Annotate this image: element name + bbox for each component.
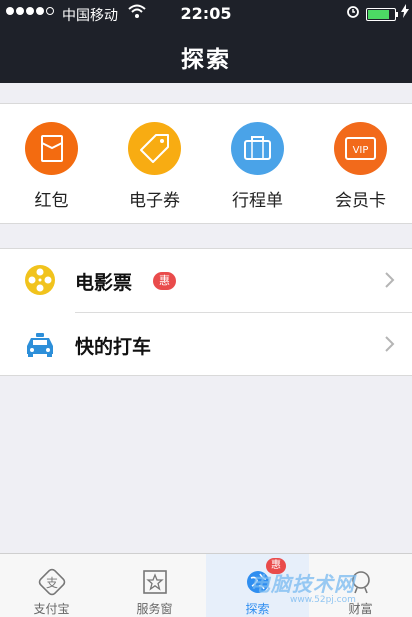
- top-bar: 中国移动 22:05 探索: [0, 0, 412, 83]
- quick-action-hongbao[interactable]: 红包: [0, 104, 103, 225]
- quick-action-label: 行程单: [232, 191, 283, 211]
- suitcase-icon: [231, 122, 284, 175]
- star-window-icon: [141, 568, 169, 596]
- quick-action-label: 红包: [34, 191, 69, 211]
- watermark-url: www.52pj.com: [290, 595, 356, 605]
- status-bar: 中国移动 22:05: [0, 0, 412, 28]
- film-reel-icon: [24, 264, 56, 296]
- watermark-text: 电脑技术网: [250, 572, 355, 596]
- quick-action-coupon[interactable]: 电子券: [103, 104, 206, 225]
- tab-label: 支付宝: [33, 602, 70, 616]
- quick-action-label: 电子券: [129, 191, 180, 211]
- chevron-right-icon: [384, 335, 396, 357]
- battery-icon: [366, 8, 396, 21]
- taxi-icon: [24, 328, 56, 360]
- battery-tip: [396, 12, 398, 17]
- tab-label: 服务窗: [136, 602, 173, 616]
- discount-badge: 惠: [153, 272, 176, 290]
- envelope-icon: [25, 122, 78, 175]
- tag-icon: [128, 122, 181, 175]
- alipay-icon: 支: [38, 568, 66, 596]
- tab-service-window[interactable]: 服务窗: [103, 554, 206, 617]
- quick-action-itinerary[interactable]: 行程单: [206, 104, 309, 225]
- quick-action-membership-card[interactable]: VIP 会员卡: [309, 104, 412, 225]
- vip-card-icon: VIP: [334, 122, 387, 175]
- quick-action-label: 会员卡: [335, 191, 386, 211]
- svg-text:支: 支: [46, 576, 58, 590]
- explore-list: 电影票 惠 快的打车: [0, 248, 412, 376]
- chevron-right-icon: [384, 271, 396, 293]
- tab-bar: 支 支付宝 服务窗 惠 探索 财富 电脑技术网 www.52pj.com: [0, 553, 412, 617]
- vip-card-icon-text: VIP: [353, 145, 369, 156]
- list-item-label: 快的打车: [75, 336, 152, 358]
- list-item-label: 电影票: [75, 272, 133, 294]
- quick-actions-panel: 红包 电子券 行程单 VIP 会员卡: [0, 103, 412, 224]
- page-title: 探索: [181, 47, 231, 73]
- list-item-movie-tickets[interactable]: 电影票 惠: [0, 249, 412, 313]
- list-item-kuaidi-taxi[interactable]: 快的打车: [0, 313, 412, 376]
- tab-alipay[interactable]: 支 支付宝: [0, 554, 103, 617]
- alarm-clock-icon: [346, 4, 360, 22]
- charging-icon: [401, 4, 409, 22]
